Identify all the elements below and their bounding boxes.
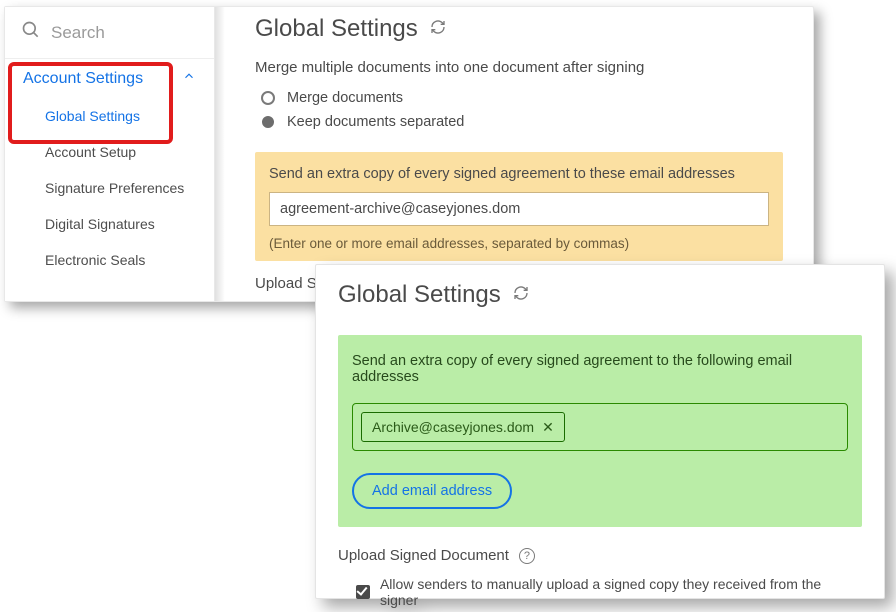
email-chip[interactable]: Archive@caseyjones.dom ✕ <box>361 412 565 442</box>
search-placeholder: Search <box>51 23 105 43</box>
email-chip-label: Archive@caseyjones.dom <box>372 419 534 435</box>
checkbox-checked-icon <box>356 585 370 599</box>
nav-account-settings-label: Account Settings <box>23 70 143 88</box>
nav-digital-signatures-label: Digital Signatures <box>45 216 155 232</box>
extra-copy-section-new: Send an extra copy of every signed agree… <box>338 335 862 527</box>
help-icon[interactable]: ? <box>519 548 535 564</box>
sidebar: Search Account Settings Global Settings … <box>5 7 215 301</box>
merge-radio-merge-label: Merge documents <box>287 90 403 106</box>
radio-unselected-icon <box>261 91 275 105</box>
extra-copy-heading-new: Send an extra copy of every signed agree… <box>352 353 848 385</box>
nav-electronic-seals-label: Electronic Seals <box>45 252 145 268</box>
allow-upload-checkbox-row[interactable]: Allow senders to manually upload a signe… <box>338 576 862 608</box>
nav-account-setup-label: Account Setup <box>45 144 136 160</box>
merge-radio-keep-label: Keep documents separated <box>287 114 464 130</box>
nav-account-settings[interactable]: Account Settings <box>5 59 214 98</box>
upload-signed-heading: Upload Signed Document <box>338 547 509 564</box>
extra-copy-section-old: Send an extra copy of every signed agree… <box>255 152 783 261</box>
nav-signature-preferences[interactable]: Signature Preferences <box>5 170 214 206</box>
refresh-icon-2[interactable] <box>513 285 529 306</box>
page-title-row: Global Settings <box>255 15 783 43</box>
panel1-main: Global Settings Merge multiple documents… <box>215 7 813 301</box>
allow-upload-label: Allow senders to manually upload a signe… <box>380 576 862 608</box>
extra-copy-hint: (Enter one or more email addresses, sepa… <box>269 236 769 251</box>
settings-panel-old: Search Account Settings Global Settings … <box>4 6 814 302</box>
extra-copy-input-old[interactable]: agreement-archive@caseyjones.dom <box>269 192 769 226</box>
nav-electronic-seals[interactable]: Electronic Seals <box>5 242 214 278</box>
nav-digital-signatures[interactable]: Digital Signatures <box>5 206 214 242</box>
nav-account-setup[interactable]: Account Setup <box>5 134 214 170</box>
extra-copy-chip-field[interactable]: Archive@caseyjones.dom ✕ <box>352 403 848 451</box>
upload-signed-heading-row: Upload Signed Document ? <box>338 547 862 564</box>
refresh-icon[interactable] <box>430 19 446 40</box>
page-title-2: Global Settings <box>338 281 501 309</box>
page-title: Global Settings <box>255 15 418 43</box>
merge-heading: Merge multiple documents into one docume… <box>255 59 783 76</box>
add-email-button[interactable]: Add email address <box>352 473 512 509</box>
close-icon[interactable]: ✕ <box>542 420 554 434</box>
nav-global-settings-label: Global Settings <box>45 108 140 124</box>
page-title-row-2: Global Settings <box>338 281 862 309</box>
merge-radio-merge[interactable]: Merge documents <box>255 86 783 110</box>
add-email-button-label: Add email address <box>372 483 492 499</box>
merge-radio-keep[interactable]: Keep documents separated <box>255 110 783 134</box>
radio-selected-icon <box>262 116 274 128</box>
nav-signature-preferences-label: Signature Preferences <box>45 180 184 196</box>
extra-copy-heading-old: Send an extra copy of every signed agree… <box>269 166 769 182</box>
settings-panel-new: Global Settings Send an extra copy of ev… <box>315 264 885 599</box>
search-icon <box>21 20 41 45</box>
nav-global-settings[interactable]: Global Settings <box>5 98 214 134</box>
extra-copy-input-value: agreement-archive@caseyjones.dom <box>280 201 520 217</box>
search-row[interactable]: Search <box>5 7 214 59</box>
chevron-up-icon <box>182 69 196 88</box>
